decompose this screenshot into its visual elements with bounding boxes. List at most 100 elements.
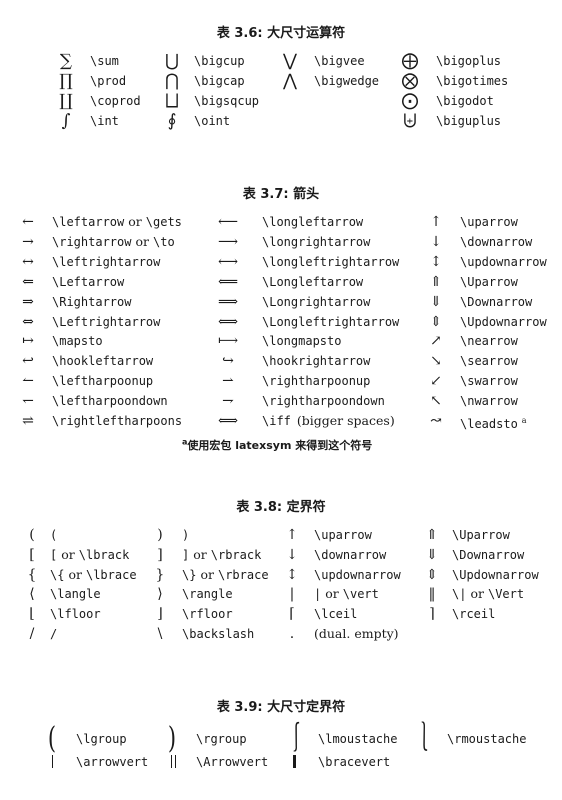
symbol-command: \sum bbox=[90, 53, 119, 69]
symbol-command: \leftharpoonup bbox=[52, 373, 153, 389]
symbol-glyph: ⨂ bbox=[401, 71, 419, 91]
symbol-glyph: ↗ bbox=[430, 333, 442, 350]
command-text: \bigoplus bbox=[436, 54, 502, 68]
alt-command-text: \to bbox=[153, 234, 175, 249]
symbol-command: \bigsqcup bbox=[194, 93, 259, 109]
symbol-command: \swarrow bbox=[460, 373, 518, 389]
or-text: or bbox=[470, 586, 484, 602]
table-3-7-caption: 表 3.7: 箭头 bbox=[242, 187, 320, 202]
command-text: \hookrightarrow bbox=[262, 354, 371, 369]
symbol-command: \Uparrow bbox=[452, 527, 510, 543]
command-text: \Rightarrow bbox=[52, 294, 132, 309]
symbol-command: \downarrow bbox=[314, 547, 386, 563]
symbol-command: \nwarrow bbox=[460, 393, 518, 409]
symbol-command: \leadsto a bbox=[460, 413, 527, 431]
symbol-command: \rangle bbox=[182, 586, 233, 602]
symbol-glyph: | bbox=[289, 586, 295, 603]
alt-command-text: \Vert bbox=[487, 587, 525, 602]
command-text: \bigcup bbox=[194, 54, 245, 68]
table-3-7-footnote: a使用宏包 latexsym 来得到这个符号 bbox=[182, 437, 372, 453]
symbol-command: \Longleftrightarrow bbox=[262, 314, 399, 330]
command-text: \sum bbox=[90, 54, 119, 68]
command-text: \Longleftarrow bbox=[262, 274, 364, 289]
command-text: \Updownarrow bbox=[452, 567, 539, 582]
symbol-command: \coprod bbox=[90, 93, 141, 109]
command-text: \Uparrow bbox=[452, 528, 510, 542]
symbol-glyph: ⨆ bbox=[165, 91, 179, 111]
symbol-glyph: ∏ bbox=[59, 71, 73, 91]
symbol-command: \bigcup bbox=[194, 53, 245, 69]
command-text: \Leftarrow bbox=[52, 274, 125, 289]
symbol-glyph: ↽ bbox=[22, 393, 34, 410]
symbol-command: \Downarrow bbox=[460, 294, 532, 310]
symbol-command: \Leftarrow bbox=[52, 274, 124, 290]
symbol-command: \searrow bbox=[460, 353, 518, 369]
command-text: ) bbox=[182, 528, 190, 542]
command-text: \swarrow bbox=[460, 374, 518, 389]
or-text: or bbox=[193, 546, 207, 562]
symbol-command: \rfloor bbox=[182, 606, 233, 622]
extra-note: (bigger spaces) bbox=[296, 413, 395, 428]
rgroup-symbol: ) bbox=[167, 721, 177, 756]
command-text: \Longrightarrow bbox=[262, 294, 371, 309]
command-text: \updownarrow bbox=[314, 567, 401, 582]
symbol-command: \rightarrow or \to bbox=[52, 234, 175, 250]
symbol-command: \{or \lbrace bbox=[50, 567, 137, 583]
rmoustache-command: \rmoustache bbox=[447, 732, 527, 746]
description-text: (dual. empty) bbox=[314, 626, 399, 641]
command-text: | bbox=[314, 587, 322, 602]
table-3-9-caption: 表 3.9: 大尺寸定界符 bbox=[216, 700, 346, 715]
symbol-glyph: ⇀ bbox=[222, 373, 234, 390]
command-text: \bigvee bbox=[314, 54, 365, 68]
command-text: \rangle bbox=[182, 587, 233, 602]
symbol-glyph: ⇓ bbox=[430, 293, 442, 310]
command-text: ] bbox=[182, 547, 190, 562]
symbol-command: \Leftrightarrow bbox=[52, 314, 160, 330]
command-text: \nearrow bbox=[460, 334, 518, 349]
command-text: \searrow bbox=[460, 354, 518, 369]
footnote-ref: a bbox=[521, 416, 527, 425]
command-text: \uparrow bbox=[314, 528, 372, 542]
symbol-glyph: ∮ bbox=[167, 111, 177, 131]
symbol-command: ) bbox=[182, 527, 189, 543]
symbol-command: \} or \rbrace bbox=[182, 567, 269, 583]
command-text: \Downarrow bbox=[460, 294, 533, 309]
symbol-glyph: ⟷ bbox=[217, 253, 239, 270]
command-text: \longmapsto bbox=[262, 334, 342, 349]
command-text: \bigotimes bbox=[436, 74, 509, 88]
or-text: or bbox=[325, 586, 339, 602]
arrowvert-command: \arrowvert bbox=[76, 755, 149, 769]
symbol-glyph: ⌋ bbox=[157, 606, 163, 623]
symbol-glyph: ⟺ bbox=[217, 413, 239, 429]
symbol-command: \bigvee bbox=[314, 53, 365, 69]
command-text: \Updownarrow bbox=[460, 314, 547, 329]
symbol-glyph: ⌉ bbox=[429, 606, 435, 623]
command-text: \langle bbox=[50, 587, 101, 602]
symbol-command: \rceil bbox=[452, 606, 495, 622]
symbol-glyph: ] bbox=[157, 546, 163, 563]
symbol-glyph: ⇌ bbox=[22, 413, 34, 429]
symbol-glyph: / bbox=[29, 626, 35, 642]
command-text: [ bbox=[50, 547, 58, 562]
symbol-command: \biguplus bbox=[436, 113, 501, 129]
symbol-glyph: ↓ bbox=[286, 546, 298, 563]
symbol-command: [or \lbrack bbox=[50, 547, 129, 563]
command-text: ( bbox=[50, 528, 58, 542]
symbol-glyph: ⇔ bbox=[22, 313, 34, 330]
lmoustache-command: \lmoustache bbox=[318, 732, 398, 746]
symbol-glyph: ⋀ bbox=[283, 71, 297, 91]
symbol-glyph: ↩ bbox=[22, 353, 34, 370]
symbol-glyph: ⇓ bbox=[426, 546, 438, 563]
symbol-command: \longrightarrow bbox=[262, 234, 370, 250]
symbol-command: \rightleftharpoons bbox=[52, 413, 182, 429]
symbol-glyph: ↦ bbox=[22, 333, 34, 350]
alt-command-text: \lbrace bbox=[85, 567, 137, 582]
footnote-text: 使用宏包 latexsym 来得到这个符号 bbox=[187, 439, 373, 452]
symbol-command: \Longrightarrow bbox=[262, 294, 370, 310]
symbol-command: \bigcap bbox=[194, 73, 245, 89]
command-text: \Longleftrightarrow bbox=[262, 314, 400, 329]
symbol-command: \hookrightarrow bbox=[262, 353, 370, 369]
rmoustache-symbol: ⎱ bbox=[413, 721, 435, 756]
symbol-glyph: ⟵ bbox=[217, 214, 239, 230]
symbol-glyph: ⇑ bbox=[426, 527, 438, 543]
